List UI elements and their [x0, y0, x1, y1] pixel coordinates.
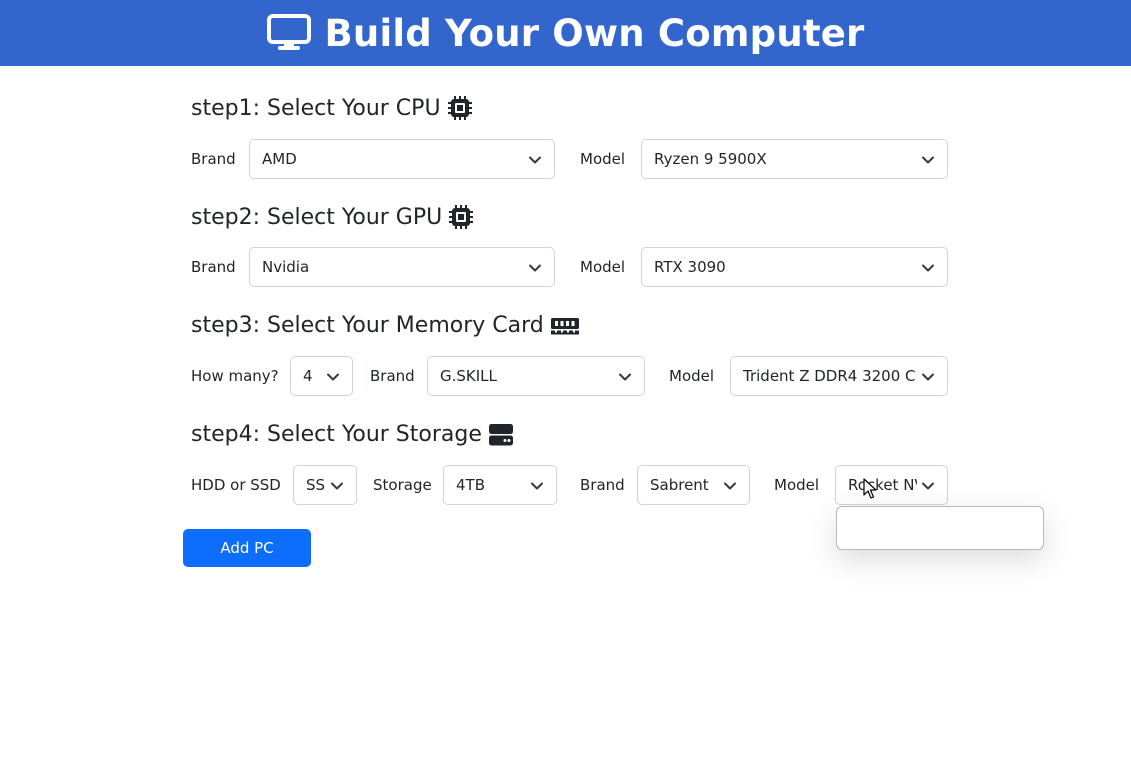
storage-type-value: SSD: [306, 476, 326, 494]
storage-model-select[interactable]: Rocket NVMe: [835, 465, 948, 505]
monitor-icon: [266, 14, 311, 50]
chevron-down-icon: [531, 482, 543, 490]
memory-brand-value: G.SKILL: [440, 367, 497, 385]
storage-model-label: Model: [774, 476, 820, 494]
gpu-brand-label: Brand: [191, 258, 236, 276]
cpu-icon: [449, 205, 474, 229]
step1-title-text: step1: Select Your CPU: [191, 95, 441, 121]
step4-title-text: step4: Select Your Storage: [191, 422, 482, 447]
step2-title: step2: Select Your GPU: [191, 204, 474, 230]
storage-model-value: Rocket NVMe: [848, 476, 917, 494]
storage-size-value: 4TB: [456, 476, 485, 494]
chevron-down-icon: [327, 373, 339, 381]
chevron-down-icon: [922, 373, 934, 381]
cpu-model-label: Model: [580, 150, 626, 168]
hdd-icon: [488, 423, 513, 445]
chevron-down-icon: [922, 264, 934, 272]
memory-count-value: 4: [303, 367, 313, 385]
chevron-down-icon: [922, 482, 934, 490]
add-pc-button[interactable]: Add PC: [183, 529, 311, 567]
storage-size-label: Storage: [373, 476, 432, 494]
step4-title: step4: Select Your Storage: [191, 422, 514, 447]
step2-title-text: step2: Select Your GPU: [191, 204, 443, 230]
mouse-cursor-icon: [863, 478, 877, 499]
gpu-brand-value: Nvidia: [262, 258, 310, 276]
memory-model-label: Model: [669, 367, 715, 385]
memory-brand-label: Brand: [370, 367, 415, 385]
chevron-down-icon: [331, 482, 343, 490]
cpu-model-select[interactable]: Ryzen 9 5900X: [641, 139, 948, 179]
cpu-brand-select[interactable]: AMD: [249, 139, 555, 179]
gpu-brand-select[interactable]: Nvidia: [249, 247, 555, 287]
step1-title: step1: Select Your CPU: [191, 95, 473, 121]
storage-type-label: HDD or SSD: [191, 476, 281, 494]
gpu-model-label: Model: [580, 258, 626, 276]
memory-model-value: Trident Z DDR4 3200 C16: [743, 367, 917, 385]
storage-brand-label: Brand: [580, 476, 625, 494]
memory-count-select[interactable]: 4: [290, 356, 353, 396]
gpu-model-value: RTX 3090: [654, 258, 726, 276]
chevron-down-icon: [922, 156, 934, 164]
page-title-wrap: Build Your Own Computer: [266, 11, 865, 55]
memory-icon: [550, 317, 579, 334]
step3-title: step3: Select Your Memory Card: [191, 313, 580, 338]
chevron-down-icon: [529, 156, 541, 164]
storage-size-select[interactable]: 4TB: [443, 465, 557, 505]
cpu-brand-value: AMD: [262, 150, 297, 168]
chevron-down-icon: [724, 482, 736, 490]
page-header: Build Your Own Computer: [0, 0, 1131, 66]
cpu-icon: [447, 96, 472, 120]
gpu-model-select[interactable]: RTX 3090: [641, 247, 948, 287]
chevron-down-icon: [529, 264, 541, 272]
storage-type-select[interactable]: SSD: [293, 465, 357, 505]
step3-title-text: step3: Select Your Memory Card: [191, 313, 544, 338]
storage-brand-value: Sabrent: [650, 476, 709, 494]
storage-model-dropdown-list[interactable]: [836, 506, 1044, 550]
memory-brand-select[interactable]: G.SKILL: [427, 356, 645, 396]
memory-model-select[interactable]: Trident Z DDR4 3200 C16: [730, 356, 948, 396]
cpu-model-value: Ryzen 9 5900X: [654, 150, 767, 168]
storage-brand-select[interactable]: Sabrent: [637, 465, 750, 505]
cpu-brand-label: Brand: [191, 150, 236, 168]
memory-count-label: How many?: [191, 367, 279, 385]
chevron-down-icon: [619, 373, 631, 381]
page-title: Build Your Own Computer: [324, 11, 865, 55]
